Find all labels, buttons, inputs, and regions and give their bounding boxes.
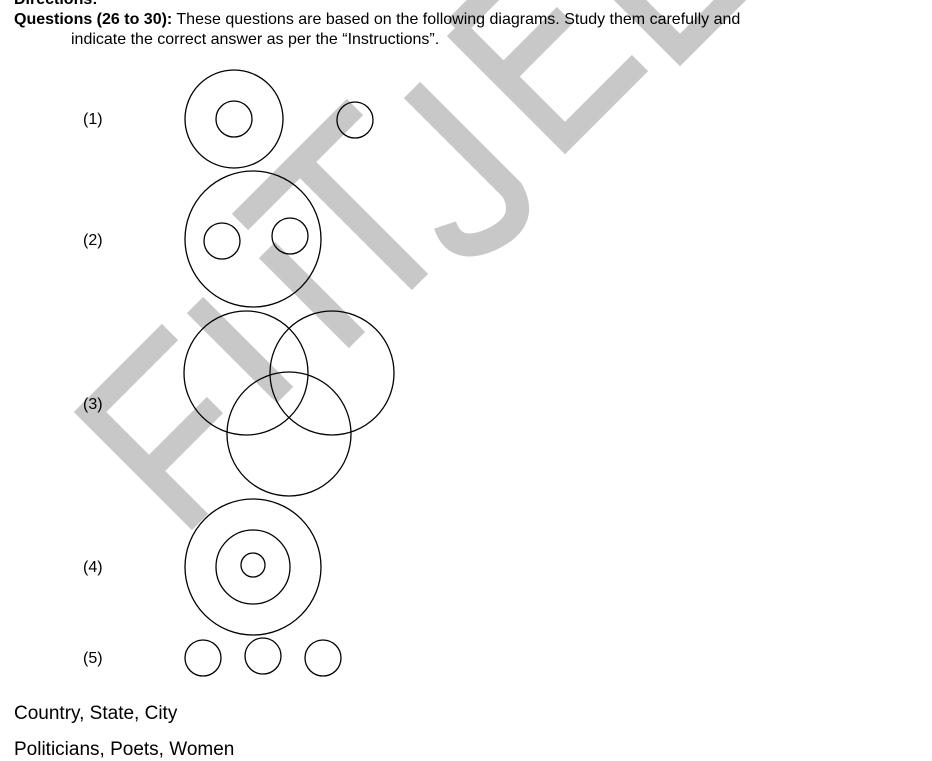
diagram-2 xyxy=(184,170,322,308)
question-26-text: Country, State, City xyxy=(14,703,178,724)
venn-diagrams xyxy=(183,69,395,677)
diagram-3-circle-left xyxy=(183,310,309,436)
diagram-2-outer-circle xyxy=(184,170,322,308)
diagram-5-circle-2 xyxy=(244,637,282,675)
diagram-5-circle-3 xyxy=(304,639,342,677)
diagram-4-middle-circle xyxy=(215,529,291,605)
diagram-1-separate-circle xyxy=(336,101,374,139)
diagram-5 xyxy=(184,637,342,677)
diagram-4-inner-circle xyxy=(240,552,266,578)
diagram-3 xyxy=(183,310,395,497)
diagram-1-outer-circle xyxy=(184,69,284,169)
diagram-4-outer-circle xyxy=(184,498,322,636)
diagram-1 xyxy=(184,69,374,169)
diagram-2-inner-circle-left xyxy=(203,222,241,260)
diagram-3-circle-right xyxy=(269,310,395,436)
diagram-2-inner-circle-right xyxy=(271,217,309,255)
diagram-4 xyxy=(184,498,322,636)
diagram-5-circle-1 xyxy=(184,639,222,677)
question-27-text: Politicians, Poets, Women xyxy=(14,739,235,760)
diagram-1-inner-circle xyxy=(215,100,253,138)
diagram-3-circle-bottom xyxy=(226,371,352,497)
